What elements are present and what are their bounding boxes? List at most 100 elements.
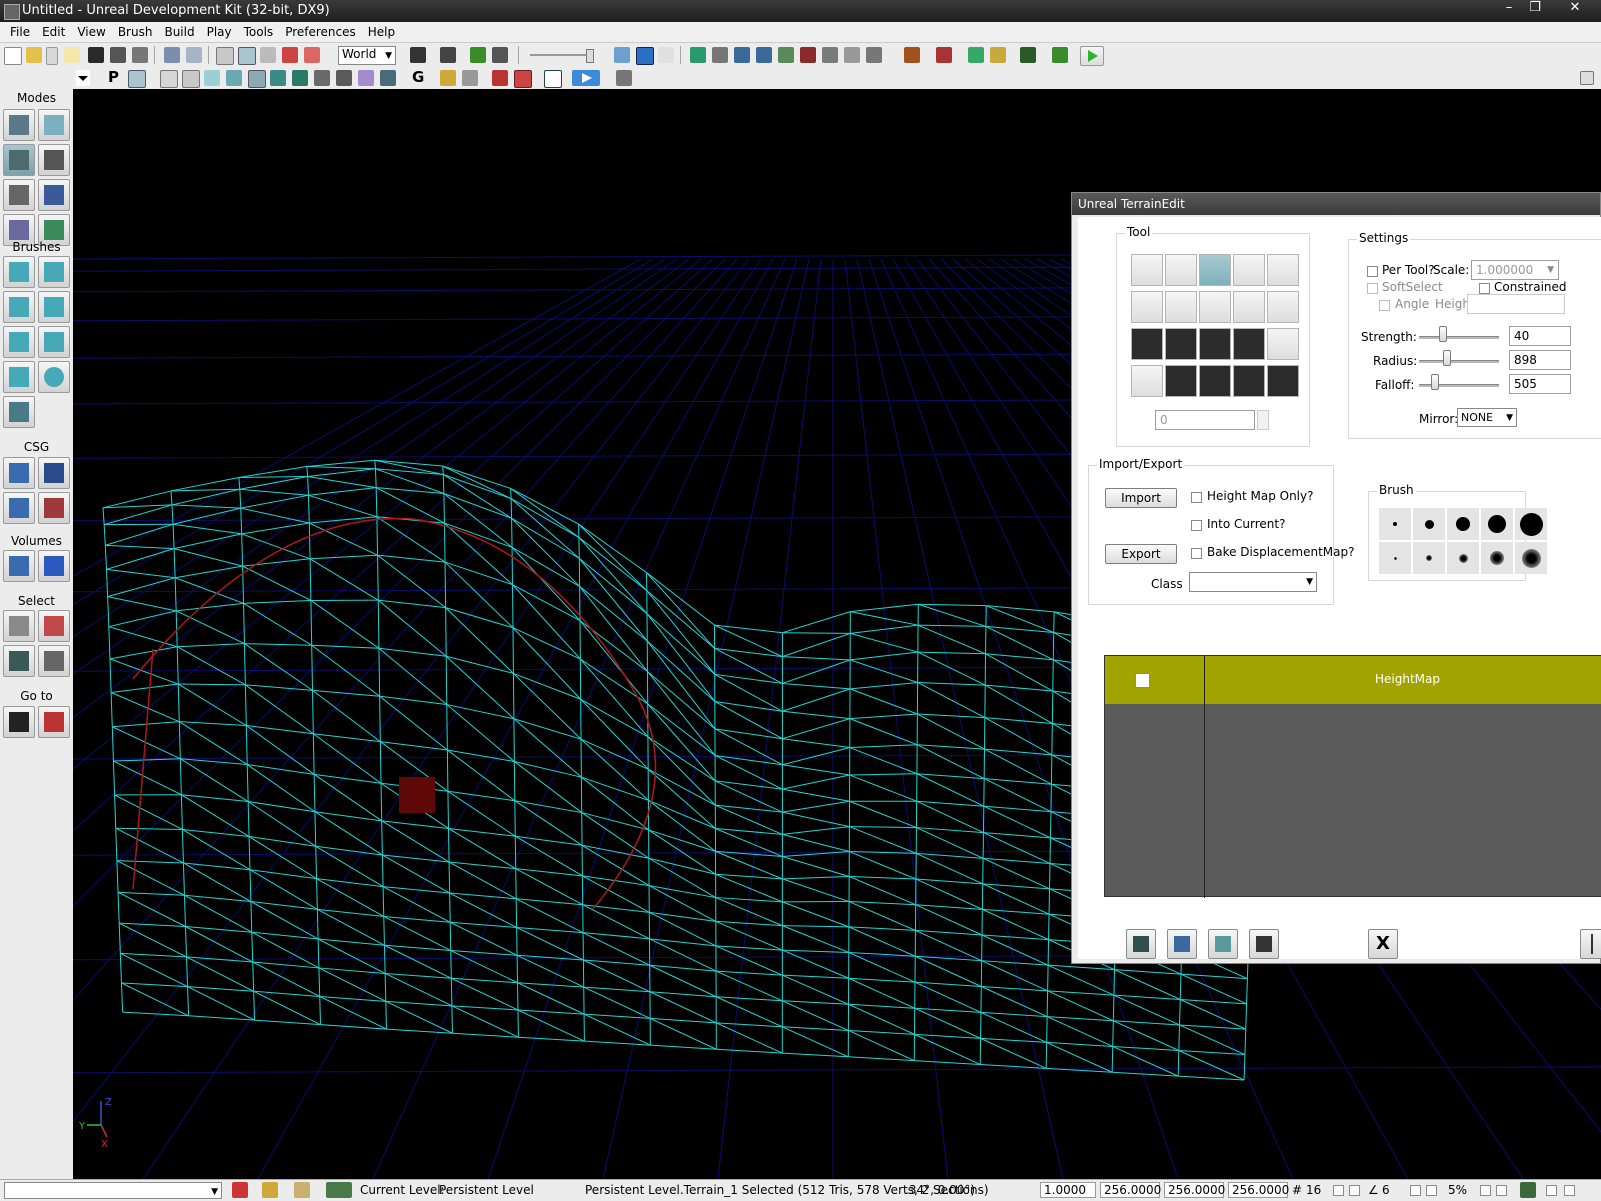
tool-remove-button[interactable] <box>1199 365 1231 397</box>
tool-visibility-button[interactable] <box>1131 328 1163 360</box>
grid2-field[interactable]: 256.0000 <box>1164 1182 1224 1198</box>
curved-stair-button[interactable] <box>3 291 35 323</box>
decolayer-button[interactable] <box>1249 929 1279 959</box>
strength-field[interactable]: 40 <box>1509 326 1571 346</box>
light-complexity-icon[interactable] <box>292 70 308 86</box>
tool-flatten-128-button[interactable] <box>1165 291 1197 323</box>
linear-stair-button[interactable] <box>3 326 35 358</box>
lighting-quality-icon[interactable] <box>800 47 816 63</box>
cube-brush-button[interactable] <box>3 256 35 288</box>
csg-intersect-button[interactable] <box>3 492 35 524</box>
brush-preset-0-4[interactable] <box>1515 508 1547 540</box>
layer-properties-button[interactable] <box>1208 929 1238 959</box>
menu-build[interactable]: Build <box>158 22 200 42</box>
layer-row-heightmap[interactable]: HeightMap <box>1105 656 1601 704</box>
star-icon[interactable] <box>658 47 674 63</box>
show-all-button[interactable] <box>38 645 70 677</box>
geometry-mode-button[interactable] <box>38 109 70 141</box>
maximize-button[interactable]: ❐ <box>1522 0 1548 18</box>
scale-snap-dropdown[interactable] <box>1496 1185 1507 1196</box>
lock-viewport-icon[interactable] <box>128 70 146 88</box>
tool-tesselate-button[interactable] <box>1165 328 1197 360</box>
spiral-stair-button[interactable] <box>3 361 35 393</box>
menu-tools[interactable]: Tools <box>238 22 280 42</box>
add-volume-button[interactable] <box>3 550 35 582</box>
new-layer-button[interactable] <box>1167 929 1197 959</box>
tool-average-button[interactable] <box>1199 291 1231 323</box>
tool-numeric-spinner[interactable] <box>1257 410 1269 430</box>
reflection-icon[interactable] <box>866 47 882 63</box>
scale-snap-checkbox[interactable] <box>1480 1185 1491 1196</box>
tool-noise-button[interactable] <box>1233 291 1265 323</box>
stream-icon[interactable] <box>294 1182 310 1198</box>
show-selected-button[interactable] <box>3 610 35 642</box>
coord-system-select[interactable]: World▼ <box>338 46 396 65</box>
cylinder-brush-button[interactable] <box>38 291 70 323</box>
console-icon[interactable] <box>1020 47 1036 63</box>
constrained-checkbox[interactable] <box>1479 283 1490 294</box>
goto-builder-brush-button[interactable] <box>38 706 70 738</box>
terrain-edit-title[interactable]: Unreal TerrainEdit <box>1072 193 1600 215</box>
per-tool-checkbox[interactable] <box>1367 266 1378 277</box>
actor-icon[interactable] <box>492 70 508 86</box>
matinee-icon[interactable] <box>492 47 508 63</box>
console-command-input[interactable]: ▼ <box>4 1182 222 1199</box>
eye-icon[interactable] <box>462 70 478 86</box>
brush-preset-1-1[interactable] <box>1413 542 1445 574</box>
k-icon[interactable] <box>470 47 486 63</box>
redo-icon[interactable] <box>186 47 202 63</box>
level-browser-icon[interactable] <box>326 1182 352 1198</box>
build-paths-icon[interactable] <box>734 47 750 63</box>
brush-wireframe-icon[interactable] <box>182 70 200 88</box>
angle-snap-dropdown[interactable] <box>1426 1185 1437 1196</box>
camera-speed-slider[interactable] <box>530 54 590 56</box>
texture-density-icon[interactable] <box>314 70 330 86</box>
menu-play[interactable]: Play <box>201 22 238 42</box>
hide-selected-button[interactable] <box>38 610 70 642</box>
strength-slider[interactable] <box>1419 336 1499 339</box>
camera-speed-thumb[interactable] <box>586 49 594 63</box>
nonuniform-scale-icon[interactable] <box>304 47 320 63</box>
tool-flip-button[interactable] <box>1267 365 1299 397</box>
brush-preset-1-0[interactable] <box>1379 542 1411 574</box>
grid1-field[interactable]: 256.0000 <box>1100 1182 1160 1198</box>
radius-slider-thumb[interactable] <box>1443 350 1451 366</box>
camera-mode-button[interactable] <box>3 109 35 141</box>
grid3-field[interactable]: 256.0000 <box>1228 1182 1288 1198</box>
favorite-star-icon[interactable] <box>64 47 80 63</box>
tool-delete-button[interactable] <box>1165 365 1197 397</box>
softselect-checkbox[interactable] <box>1367 283 1378 294</box>
texture-mode-button[interactable] <box>3 179 35 211</box>
menu-help[interactable]: Help <box>362 22 401 42</box>
undo-icon[interactable] <box>164 47 180 63</box>
tool-paint-select-button[interactable] <box>1165 254 1197 286</box>
wireframe-icon[interactable] <box>160 70 178 88</box>
selected-actor-marker[interactable] <box>399 777 435 813</box>
delete-layer-button[interactable]: X <box>1368 929 1398 959</box>
volumetric-brush-button[interactable] <box>3 396 35 428</box>
package-icon[interactable] <box>990 47 1006 63</box>
falloff-slider-thumb[interactable] <box>1431 374 1439 390</box>
new-file-icon[interactable] <box>4 47 22 65</box>
select-arrow-icon[interactable] <box>216 47 234 65</box>
menu-view[interactable]: View <box>71 22 111 42</box>
height-field[interactable] <box>1467 294 1565 314</box>
sheet-brush-button[interactable] <box>38 326 70 358</box>
kismet-icon[interactable] <box>440 47 456 63</box>
generic-browser-icon[interactable] <box>936 47 952 63</box>
scroll-up-button[interactable] <box>1580 929 1601 959</box>
restore-viewport-icon[interactable] <box>1580 71 1594 85</box>
tool-vertex-lock-button[interactable] <box>1267 254 1299 286</box>
detail-lighting-icon[interactable] <box>248 70 266 88</box>
csg-deintersect-button[interactable] <box>38 492 70 524</box>
brush-preset-1-3[interactable] <box>1481 542 1513 574</box>
k-play-icon[interactable] <box>1052 47 1068 63</box>
scale-field[interactable]: 1.000000▼ <box>1471 260 1559 280</box>
open-folder-icon[interactable] <box>26 47 42 63</box>
launch-icon[interactable] <box>968 47 984 63</box>
angle-snap-checkbox[interactable] <box>1410 1185 1421 1196</box>
lightmap-density-icon[interactable] <box>358 70 374 86</box>
csg-add-button[interactable] <box>3 457 35 489</box>
brush-preset-0-3[interactable] <box>1481 508 1513 540</box>
drag-scale-field[interactable]: 1.0000 <box>1040 1182 1096 1198</box>
